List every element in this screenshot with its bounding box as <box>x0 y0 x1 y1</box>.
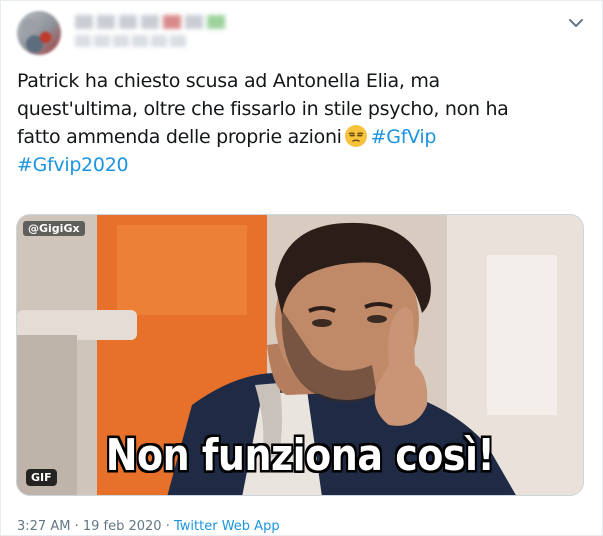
tweet-text-segment: fatto ammenda delle proprie azioni <box>17 126 342 148</box>
author-name-blurred[interactable] <box>75 15 225 29</box>
gif-badge: GIF <box>26 469 57 486</box>
meta-separator: · <box>74 519 79 534</box>
tweet-date[interactable]: 19 feb 2020 <box>83 519 162 534</box>
tweet-text-line: fatto ammenda delle proprie azioni #GfVi… <box>17 123 589 151</box>
avatar[interactable] <box>17 11 61 55</box>
watermark-label: @GigiGx <box>23 221 85 236</box>
tweet-time[interactable]: 3:27 AM <box>17 519 70 534</box>
gif-media[interactable]: @GigiGx Non funziona così! GIF <box>16 214 584 496</box>
hashtag-link[interactable]: #Gfvip2020 <box>17 154 129 176</box>
tweet-card: Patrick ha chiesto scusa ad Antonella El… <box>0 0 603 536</box>
tweet-text-line: Patrick ha chiesto scusa ad Antonella El… <box>17 70 440 92</box>
author-handle-blurred[interactable] <box>75 35 186 47</box>
tweet-text-line: quest'ultima, oltre che fissarlo in stil… <box>17 98 509 120</box>
hashtag-link[interactable]: #GfVip <box>371 126 437 148</box>
tweet-text-line: #Gfvip2020 <box>17 151 589 179</box>
chevron-down-icon[interactable] <box>564 11 588 35</box>
unamused-face-emoji-icon <box>344 124 368 148</box>
tweet-header <box>17 11 588 55</box>
tweet-source-link[interactable]: Twitter Web App <box>174 519 280 534</box>
gif-subtitle-caption: Non funziona così! <box>105 429 495 481</box>
tweet-metadata: 3:27 AM · 19 feb 2020 · Twitter Web App <box>17 519 280 534</box>
tweet-text: Patrick ha chiesto scusa ad Antonella El… <box>17 67 589 179</box>
meta-separator: · <box>165 519 170 534</box>
